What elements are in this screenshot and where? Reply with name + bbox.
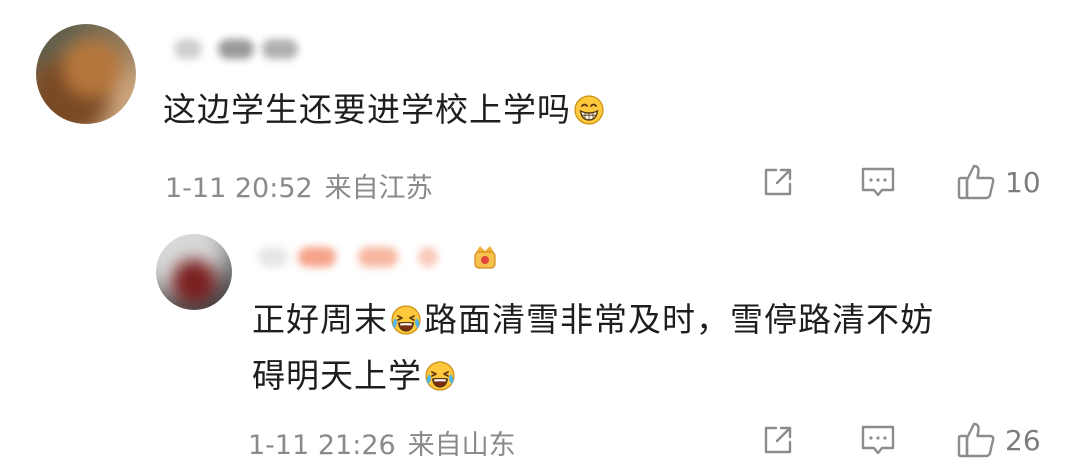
thumbs-up-icon <box>957 422 995 458</box>
comment-text-content: 这边学生还要进学校上学吗 <box>163 90 571 129</box>
comment-reply-icon <box>861 425 895 455</box>
reply-button[interactable] <box>859 162 897 202</box>
reply-item: 正好周末 路面清雪非常及时，雪停路清不妨 碍明天上学 1-11 21:26 来自山东… <box>0 220 1080 474</box>
timestamp: 1-11 20:52 <box>165 173 313 204</box>
reply-text-line-1b: 路面清雪非常及时，雪停路清不妨 <box>424 300 934 339</box>
like-button[interactable]: 26 <box>955 420 1041 460</box>
thumbs-up-icon <box>957 164 995 200</box>
location: 来自山东 <box>407 430 516 461</box>
comment-text: 这边学生还要进学校上学吗 <box>163 82 607 138</box>
grin-emoji <box>574 95 604 125</box>
location: 来自江苏 <box>324 173 433 204</box>
avatar[interactable] <box>36 24 136 124</box>
like-button[interactable]: 10 <box>955 162 1041 202</box>
comment-item: 这边学生还要进学校上学吗 1-11 20:52 来自江苏 10 <box>0 0 1080 220</box>
avatar[interactable] <box>156 234 232 310</box>
share-button[interactable] <box>760 162 796 202</box>
username-blurred[interactable] <box>170 34 310 64</box>
timestamp: 1-11 21:26 <box>248 430 396 461</box>
share-button[interactable] <box>760 420 796 460</box>
reply-text-line-2-content: 碍明天上学 <box>252 356 422 395</box>
like-count: 10 <box>1005 165 1041 199</box>
laugh-cry-emoji <box>425 361 455 391</box>
vip-badge-icon <box>474 246 496 269</box>
reply-text-line-1: 正好周末 路面清雪非常及时，雪停路清不妨 <box>252 292 934 348</box>
like-count: 26 <box>1005 423 1041 457</box>
reply-text-line-2: 碍明天上学 <box>252 348 934 404</box>
comment-reply-icon <box>861 167 895 197</box>
reply-button[interactable] <box>859 420 897 460</box>
share-icon <box>764 168 792 196</box>
laugh-cry-emoji <box>391 305 421 335</box>
share-icon <box>764 426 792 454</box>
reply-text: 正好周末 路面清雪非常及时，雪停路清不妨 碍明天上学 <box>252 292 934 404</box>
reply-meta: 1-11 21:26 来自山东 <box>248 423 516 462</box>
comment-meta: 1-11 20:52 来自江苏 <box>165 166 433 205</box>
reply-text-line-1a: 正好周末 <box>252 300 388 339</box>
